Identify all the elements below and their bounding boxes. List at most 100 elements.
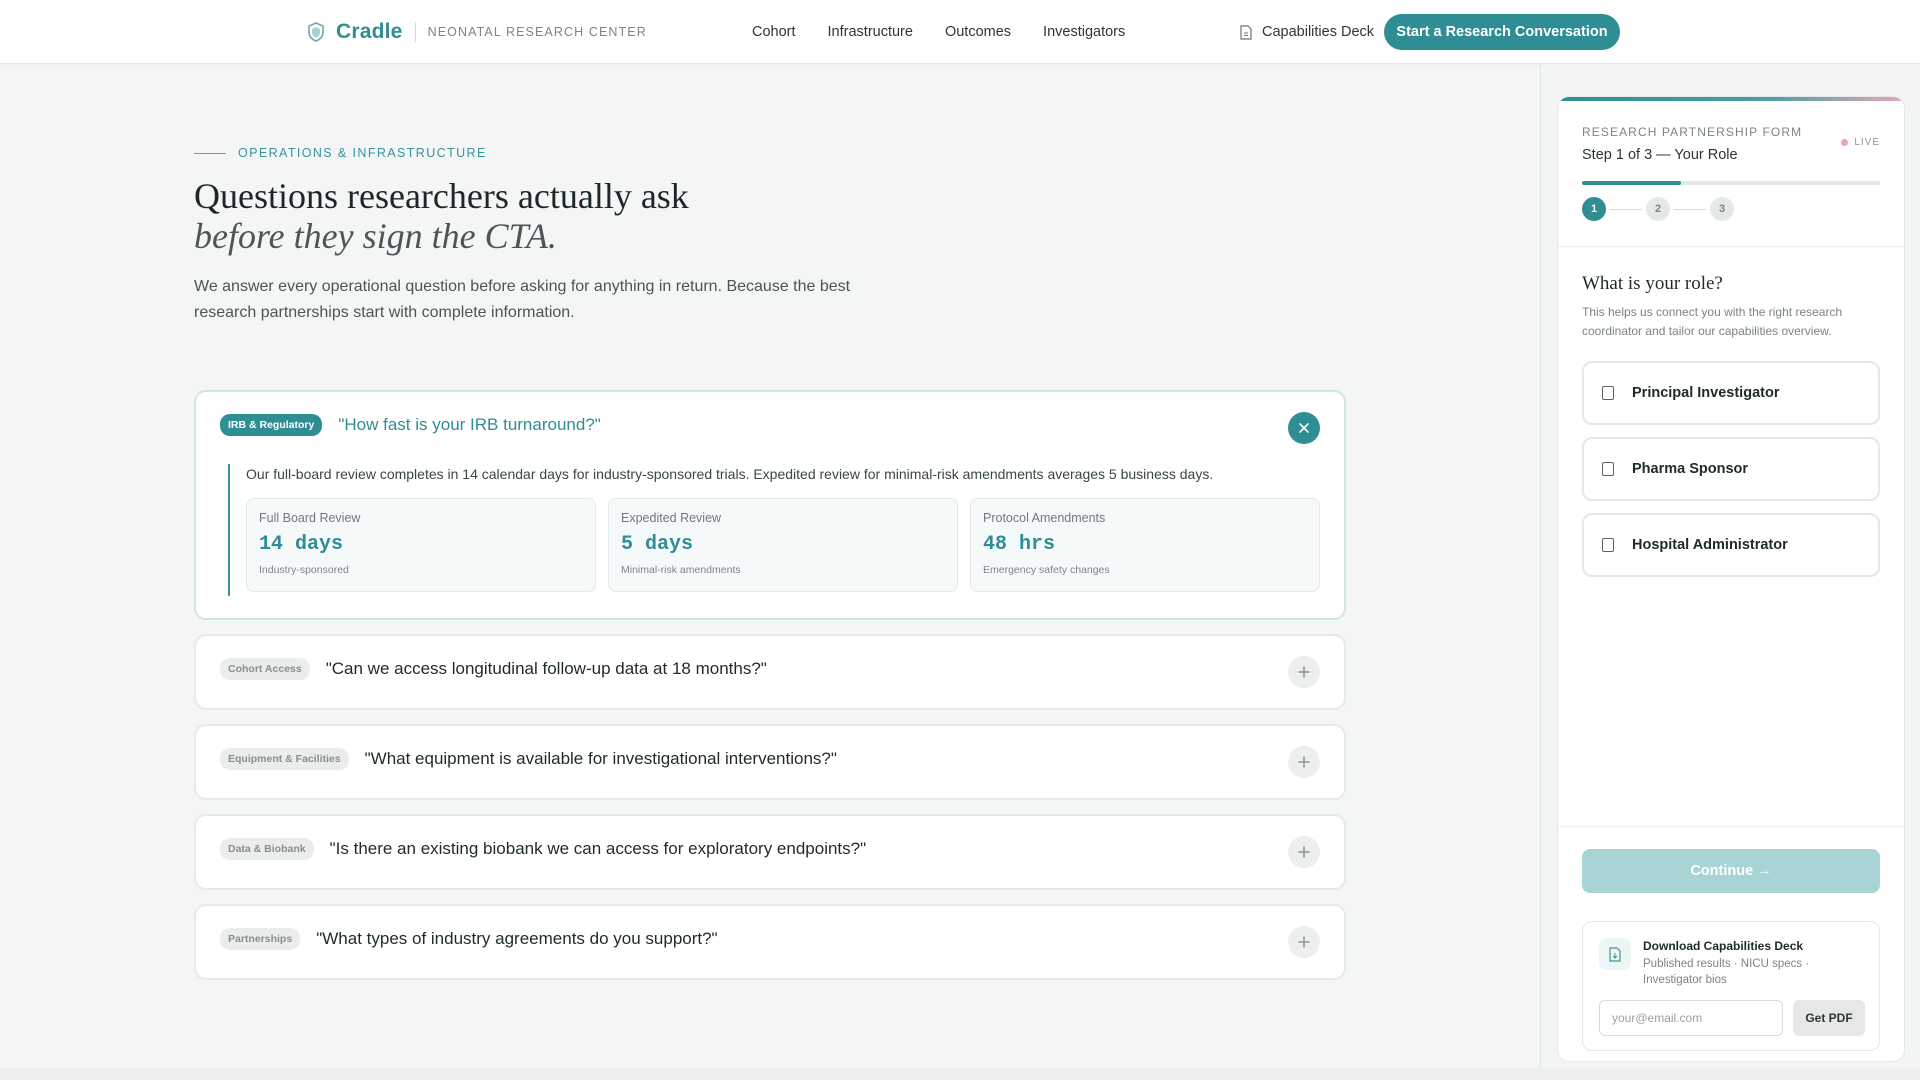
faq-question: "How fast is your IRB turnaround?" [338, 415, 601, 434]
document-icon [1240, 24, 1254, 40]
stat-value: 48 hrs [983, 533, 1056, 556]
form-kicker: RESEARCH PARTNERSHIP FORM [1582, 125, 1803, 139]
nav-link-cohort[interactable]: Cohort [752, 24, 796, 40]
stat-card-amendments: Protocol Amendments 48 hrs Emergency saf… [970, 498, 1320, 592]
role-option-principal-investigator[interactable]: Principal Investigator [1582, 361, 1880, 425]
live-label: LIVE [1854, 137, 1880, 148]
nav-link-investigators[interactable]: Investigators [1043, 24, 1125, 40]
form-question-title: What is your role? [1582, 273, 1723, 294]
faq-item-equipment[interactable]: Equipment & Facilities "What equipment i… [194, 724, 1346, 800]
page-bottom-edge [0, 1068, 1920, 1080]
stat-label: Full Board Review [259, 511, 361, 525]
eyebrow-text: OPERATIONS & INFRASTRUCTURE [238, 146, 487, 160]
stat-label: Protocol Amendments [983, 511, 1106, 525]
close-icon[interactable] [1288, 412, 1320, 444]
intro-paragraph: We answer every operational question bef… [194, 278, 851, 321]
faq-item-partnerships[interactable]: Partnerships "What types of industry agr… [194, 904, 1346, 980]
step-2[interactable]: 2 [1646, 197, 1670, 221]
step-connector [1674, 208, 1706, 210]
faq-question: "What equipment is available for investi… [364, 749, 837, 768]
live-dot-icon [1841, 139, 1849, 146]
faq-item-irb: IRB & Regulatory "How fast is your IRB t… [194, 390, 1346, 620]
page-headline: Questions researchers actually ask befor… [194, 176, 689, 256]
faq-tag: Data & Biobank [220, 838, 314, 860]
capabilities-deck-link[interactable]: Capabilities Deck [1240, 0, 1374, 64]
form-accent-bar [1558, 97, 1904, 101]
step-3[interactable]: 3 [1710, 197, 1734, 221]
continue-button[interactable]: Continue → [1582, 849, 1880, 893]
plus-icon[interactable] [1288, 656, 1320, 688]
stat-note: Industry-sponsored [259, 564, 349, 576]
primary-nav: Cohort Infrastructure Outcomes Investiga… [752, 0, 1157, 64]
form-footer-divider [1558, 826, 1904, 827]
top-navigation: Cradle NEONATAL RESEARCH CENTER Cohort I… [0, 0, 1920, 64]
stat-note: Emergency safety changes [983, 564, 1110, 576]
checkbox-icon[interactable] [1602, 538, 1614, 552]
form-step-text: Step 1 of 3 — Your Role [1582, 147, 1738, 163]
form-progress-bar [1582, 181, 1880, 185]
faq-header[interactable]: Data & Biobank "Is there an existing bio… [220, 838, 1264, 860]
live-indicator: LIVE [1841, 137, 1880, 148]
headline-line-2: before they sign the CTA. [194, 216, 557, 256]
form-progress-fill [1582, 181, 1682, 185]
faq-question: "Is there an existing biobank we can acc… [329, 839, 867, 858]
faq-tag: IRB & Regulatory [220, 414, 323, 436]
download-deck-box: Download Capabilities Deck Published res… [1582, 921, 1880, 1051]
stat-card-expedited: Expedited Review 5 days Minimal-risk ame… [608, 498, 958, 592]
download-deck-subtitle: Published results · NICU specs · Investi… [1643, 958, 1810, 986]
role-label: Hospital Administrator [1632, 537, 1788, 553]
brand[interactable]: Cradle NEONATAL RESEARCH CENTER [306, 0, 647, 64]
stat-label: Expedited Review [621, 511, 722, 525]
shield-logo-icon [306, 22, 326, 42]
get-pdf-button[interactable]: Get PDF [1793, 1000, 1865, 1036]
headline-line-1: Questions researchers actually ask [194, 176, 689, 216]
step-indicator: 1 2 3 [1582, 197, 1734, 221]
plus-icon[interactable] [1288, 746, 1320, 778]
faq-header[interactable]: IRB & Regulatory "How fast is your IRB t… [220, 414, 1264, 436]
checkbox-icon[interactable] [1602, 386, 1614, 400]
start-research-conversation-button[interactable]: Start a Research Conversation [1384, 14, 1620, 50]
capabilities-deck-label: Capabilities Deck [1262, 24, 1375, 40]
stat-note: Minimal-risk amendments [621, 564, 741, 576]
faq-question: "What types of industry agreements do yo… [316, 929, 718, 948]
role-label: Principal Investigator [1632, 385, 1780, 401]
faq-header[interactable]: Equipment & Facilities "What equipment i… [220, 748, 1264, 770]
plus-icon[interactable] [1288, 836, 1320, 868]
step-1[interactable]: 1 [1582, 197, 1606, 221]
faq-header[interactable]: Partnerships "What types of industry agr… [220, 928, 1264, 950]
email-field[interactable] [1599, 1000, 1783, 1036]
document-icon [1599, 938, 1631, 970]
step-connector [1610, 208, 1642, 210]
section-eyebrow: OPERATIONS & INFRASTRUCTURE [194, 146, 487, 160]
stat-cards: Full Board Review 14 days Industry-spons… [246, 498, 1320, 592]
faq-tag: Equipment & Facilities [220, 748, 349, 770]
brand-name: Cradle [336, 20, 403, 43]
role-options: Principal Investigator Pharma Sponsor Ho… [1582, 361, 1880, 589]
eyebrow-rule [194, 152, 226, 154]
faq-item-cohort-access[interactable]: Cohort Access "Can we access longitudina… [194, 634, 1346, 710]
faq-accordion: IRB & Regulatory "How fast is your IRB t… [194, 390, 1346, 994]
partnership-form-panel: RESEARCH PARTNERSHIP FORM Step 1 of 3 — … [1540, 64, 1920, 1068]
faq-question: "Can we access longitudinal follow-up da… [325, 659, 767, 678]
faq-item-biobank[interactable]: Data & Biobank "Is there an existing bio… [194, 814, 1346, 890]
role-option-hospital-administrator[interactable]: Hospital Administrator [1582, 513, 1880, 577]
faq-answer: Our full-board review completes in 14 ca… [246, 466, 1214, 482]
nav-link-infrastructure[interactable]: Infrastructure [828, 24, 913, 40]
stat-card-full-board: Full Board Review 14 days Industry-spons… [246, 498, 596, 592]
brand-subtitle: NEONATAL RESEARCH CENTER [427, 25, 647, 39]
stat-value: 5 days [621, 533, 694, 556]
checkbox-icon[interactable] [1602, 462, 1614, 476]
brand-divider [414, 22, 416, 42]
stat-value: 14 days [259, 533, 344, 556]
form-divider [1558, 246, 1904, 247]
role-option-pharma-sponsor[interactable]: Pharma Sponsor [1582, 437, 1880, 501]
form-header: RESEARCH PARTNERSHIP FORM Step 1 of 3 — … [1582, 125, 1882, 163]
faq-header[interactable]: Cohort Access "Can we access longitudina… [220, 658, 1264, 680]
faq-tag: Cohort Access [220, 658, 310, 680]
role-label: Pharma Sponsor [1632, 461, 1749, 477]
faq-answer-panel: Our full-board review completes in 14 ca… [228, 464, 1320, 596]
nav-link-outcomes[interactable]: Outcomes [945, 24, 1011, 40]
plus-icon[interactable] [1288, 926, 1320, 958]
partnership-form-card: RESEARCH PARTNERSHIP FORM Step 1 of 3 — … [1557, 96, 1905, 1062]
faq-tag: Partnerships [220, 928, 301, 950]
